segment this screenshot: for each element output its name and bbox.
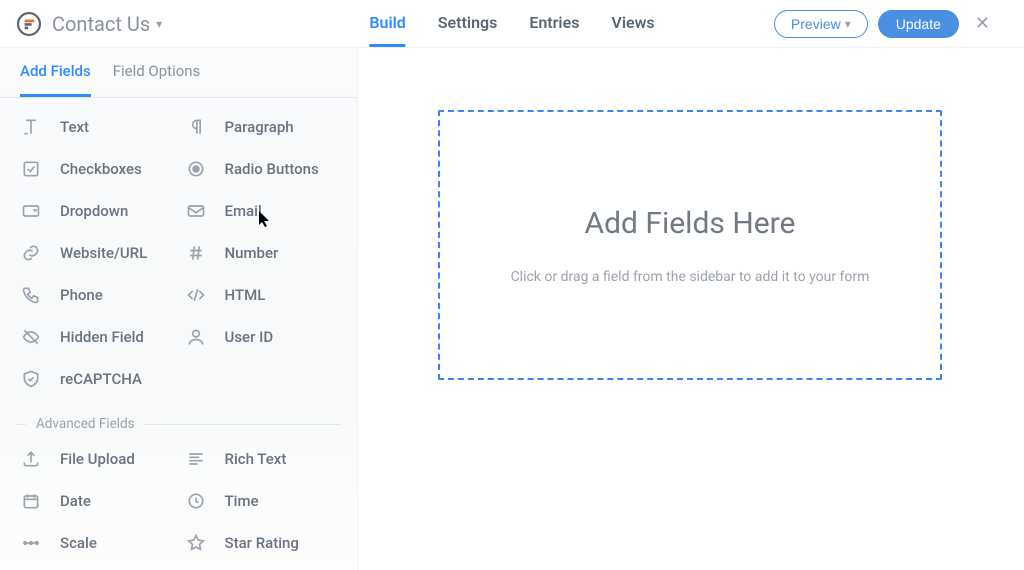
field-item-code[interactable]: HTML [181, 280, 342, 310]
field-item-dropdown[interactable]: Dropdown [16, 196, 177, 226]
field-item-label: Dropdown [60, 202, 128, 220]
field-item-shield[interactable]: reCAPTCHA [16, 364, 177, 394]
email-icon [185, 200, 207, 222]
field-item-scale[interactable]: Scale [16, 528, 177, 558]
clock-icon [185, 490, 207, 512]
field-item-user[interactable]: User ID [181, 322, 342, 352]
basic-fields-grid: Text Paragraph Checkboxes Radio Buttons Drop… [0, 98, 357, 398]
phone-icon [20, 284, 42, 306]
field-item-label: HTML [225, 286, 266, 304]
star-icon [185, 532, 207, 554]
calendar-icon [20, 490, 42, 512]
field-item-upload[interactable]: File Upload [16, 444, 177, 474]
field-item-label: Website/URL [60, 244, 147, 262]
field-item-email[interactable]: Email [181, 196, 342, 226]
top-bar: Contact Us ▾ Build Settings Entries View… [0, 0, 1024, 48]
field-item-link[interactable]: Website/URL [16, 238, 177, 268]
sidebar-tabs: Add Fields Field Options [0, 48, 357, 98]
field-item-star[interactable]: Star Rating [181, 528, 342, 558]
sidebar-tab-add-fields[interactable]: Add Fields [20, 48, 91, 97]
richtext-icon [185, 448, 207, 470]
radio-icon [185, 158, 207, 180]
sidebar-tab-field-options[interactable]: Field Options [113, 48, 201, 97]
user-icon [185, 326, 207, 348]
field-item-label: Radio Buttons [225, 160, 319, 178]
field-item-checkbox[interactable]: Checkboxes [16, 154, 177, 184]
field-item-clock[interactable]: Time [181, 486, 342, 516]
top-actions: Preview ▾ Update ✕ [774, 7, 996, 40]
drop-zone-subtitle: Click or drag a field from the sidebar t… [511, 269, 870, 285]
advanced-section: Advanced Fields File Upload Rich Text Date… [0, 398, 357, 562]
field-item-label: Phone [60, 286, 103, 304]
field-item-label: File Upload [60, 450, 135, 468]
upload-icon [20, 448, 42, 470]
shield-icon [20, 368, 42, 390]
top-tabs: Build Settings Entries Views [369, 0, 654, 47]
close-icon[interactable]: ✕ [969, 7, 996, 40]
chevron-down-icon: ▾ [156, 17, 162, 31]
field-item-label: Text [60, 118, 89, 136]
form-title-switcher[interactable]: Contact Us ▾ [52, 12, 162, 36]
update-button[interactable]: Update [878, 10, 959, 38]
eye-off-icon [20, 326, 42, 348]
field-item-label: Hidden Field [60, 328, 144, 346]
text-icon [20, 116, 42, 138]
form-title: Contact Us [52, 12, 150, 36]
hash-icon [185, 242, 207, 264]
field-item-hash[interactable]: Number [181, 238, 342, 268]
tab-settings[interactable]: Settings [438, 0, 498, 47]
sidebar: Add Fields Field Options Text Paragraph Ch… [0, 48, 358, 570]
field-item-label: reCAPTCHA [60, 370, 142, 388]
field-item-label: Time [225, 492, 259, 510]
field-item-richtext[interactable]: Rich Text [181, 444, 342, 474]
field-item-label: Scale [60, 534, 97, 552]
field-item-label: Paragraph [225, 118, 294, 136]
field-item-label: User ID [225, 328, 274, 346]
tab-build[interactable]: Build [369, 0, 405, 47]
advanced-fields-heading: Advanced Fields [16, 416, 341, 432]
field-item-label: Number [225, 244, 279, 262]
field-item-phone[interactable]: Phone [16, 280, 177, 310]
checkbox-icon [20, 158, 42, 180]
code-icon [185, 284, 207, 306]
body: Add Fields Field Options Text Paragraph Ch… [0, 48, 1024, 570]
tab-views[interactable]: Views [611, 0, 654, 47]
app-logo [12, 7, 46, 41]
field-item-eye-off[interactable]: Hidden Field [16, 322, 177, 352]
field-item-calendar[interactable]: Date [16, 486, 177, 516]
chevron-down-icon: ▾ [845, 17, 851, 31]
dropdown-icon [20, 200, 42, 222]
drop-zone-title: Add Fields Here [585, 206, 796, 241]
field-item-radio[interactable]: Radio Buttons [181, 154, 342, 184]
field-item-label: Star Rating [225, 534, 299, 552]
main-canvas: Add Fields Here Click or drag a field fr… [358, 48, 1024, 570]
field-item-label: Rich Text [225, 450, 287, 468]
field-item-text[interactable]: Text [16, 112, 177, 142]
drop-zone[interactable]: Add Fields Here Click or drag a field fr… [438, 110, 942, 380]
preview-button[interactable]: Preview ▾ [774, 10, 868, 38]
scale-icon [20, 532, 42, 554]
tab-entries[interactable]: Entries [529, 0, 579, 47]
field-item-paragraph[interactable]: Paragraph [181, 112, 342, 142]
paragraph-icon [185, 116, 207, 138]
link-icon [20, 242, 42, 264]
field-item-label: Date [60, 492, 91, 510]
field-item-label: Email [225, 202, 262, 220]
field-item-label: Checkboxes [60, 160, 142, 178]
